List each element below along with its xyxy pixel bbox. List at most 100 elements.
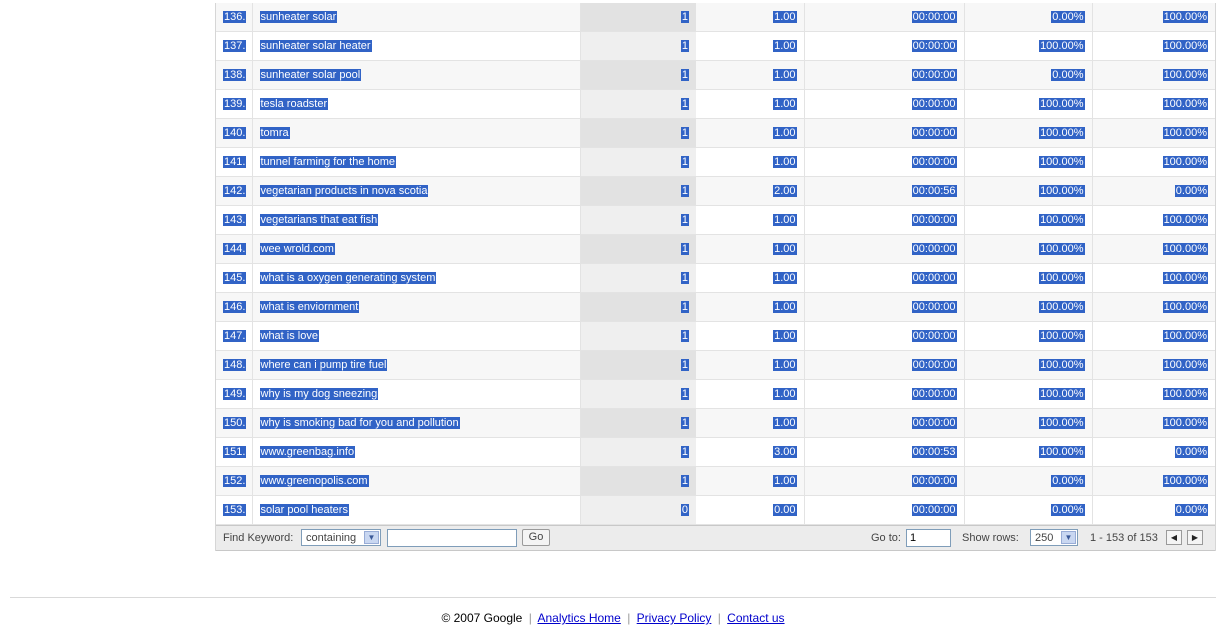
pages-per-visit-cell: 1.00	[696, 3, 805, 32]
new-visits-cell: 100.00%	[964, 176, 1093, 206]
new-visits-cell: 100.00%	[964, 89, 1093, 119]
bounce-rate-cell: 0.00%	[1092, 176, 1215, 206]
keyword-link[interactable]: wee wrold.com	[259, 243, 335, 255]
keyword-link[interactable]: sunheater solar pool	[259, 69, 362, 81]
new-visits-value: 100.00%	[1039, 417, 1085, 429]
bounce-rate-cell: 0.00%	[1092, 437, 1215, 467]
visits-cell: 1	[580, 89, 696, 119]
avg-time-on-site-cell: 00:00:00	[804, 234, 965, 264]
bounce-rate-cell: 100.00%	[1092, 89, 1215, 119]
keyword-link[interactable]: tunnel farming for the home	[259, 156, 397, 168]
row-number-value: 140.	[223, 127, 247, 139]
keyword-link[interactable]: what is enviornment	[259, 301, 360, 313]
visits-cell: 1	[580, 234, 696, 264]
row-number-value: 145.	[223, 272, 247, 284]
new-visits-value: 100.00%	[1039, 272, 1085, 284]
keyword-cell: tesla roadster	[252, 89, 581, 119]
keyword-link[interactable]: why is smoking bad for you and pollution	[259, 417, 460, 429]
row-number-cell: 142.	[216, 176, 253, 206]
analytics-home-link[interactable]: Analytics Home	[537, 611, 620, 625]
row-number-cell: 145.	[216, 263, 253, 293]
pages-per-visit-value: 1.00	[773, 417, 797, 429]
keyword-link[interactable]: sunheater solar	[259, 11, 338, 23]
bounce-rate-cell: 100.00%	[1092, 205, 1215, 235]
keyword-cell: sunheater solar heater	[252, 31, 581, 61]
new-visits-value: 0.00%	[1051, 69, 1085, 81]
pages-per-visit-cell: 0.00	[696, 495, 805, 525]
match-type-value: containing	[306, 532, 357, 544]
row-number-value: 149.	[223, 388, 247, 400]
keyword-report-table: 136. sunheater solar 1 1.00 00:00:00 0.00% 100…	[215, 3, 1216, 551]
new-visits-cell: 100.00%	[964, 379, 1093, 409]
row-number-cell: 140.	[216, 118, 253, 148]
chevron-down-icon[interactable]: ▼	[364, 531, 379, 544]
contact-us-link[interactable]: Contact us	[727, 611, 784, 625]
avg-time-on-site-cell: 00:00:00	[804, 3, 965, 32]
pages-per-visit-cell: 1.00	[696, 379, 805, 409]
visits-cell: 1	[580, 466, 696, 496]
row-number-cell: 152.	[216, 466, 253, 496]
bounce-rate-value: 100.00%	[1162, 417, 1208, 429]
chevron-down-icon[interactable]: ▼	[1061, 531, 1076, 544]
avg-time-on-site-cell: 00:00:00	[804, 89, 965, 119]
visits-value: 1	[680, 127, 689, 139]
avg-time-on-site-cell: 00:00:00	[804, 321, 965, 351]
row-number-cell: 144.	[216, 234, 253, 264]
go-filter-button[interactable]: Go	[522, 529, 550, 546]
visits-value: 1	[680, 98, 689, 110]
row-number-cell: 136.	[216, 3, 253, 32]
keyword-cell: vegetarian products in nova scotia	[252, 176, 581, 206]
pages-per-visit-cell: 1.00	[696, 350, 805, 380]
match-type-select[interactable]: containing ▼	[301, 529, 381, 546]
keyword-filter-input[interactable]	[387, 529, 517, 547]
visits-value: 1	[680, 214, 689, 226]
pages-per-visit-value: 1.00	[773, 40, 797, 52]
avg-time-on-site-cell: 00:00:00	[804, 205, 965, 235]
visits-value: 1	[680, 40, 689, 52]
keyword-link[interactable]: where can i pump tire fuel	[259, 359, 388, 371]
keyword-link[interactable]: why is my dog sneezing	[259, 388, 379, 400]
footer-separator: |	[528, 611, 532, 625]
keyword-link[interactable]: vegetarian products in nova scotia	[259, 185, 429, 197]
pages-per-visit-value: 1.00	[773, 11, 797, 23]
keyword-link[interactable]: solar pool heaters	[259, 504, 349, 516]
avg-time-on-site-value: 00:00:00	[911, 214, 957, 226]
privacy-policy-link[interactable]: Privacy Policy	[637, 611, 712, 625]
keyword-link[interactable]: www.greenopolis.com	[259, 475, 369, 487]
pages-per-visit-value: 1.00	[773, 475, 797, 487]
visits-value: 1	[680, 272, 689, 284]
new-visits-cell: 100.00%	[964, 118, 1093, 148]
bounce-rate-cell: 100.00%	[1092, 31, 1215, 61]
new-visits-cell: 0.00%	[964, 495, 1093, 525]
bounce-rate-cell: 100.00%	[1092, 234, 1215, 264]
avg-time-on-site-cell: 00:00:00	[804, 379, 965, 409]
bounce-rate-value: 100.00%	[1162, 475, 1208, 487]
pages-per-visit-cell: 1.00	[696, 234, 805, 264]
show-rows-select[interactable]: 250 ▼	[1030, 529, 1078, 546]
keyword-link[interactable]: www.greenbag.info	[259, 446, 356, 458]
keyword-data-table: 136. sunheater solar 1 1.00 00:00:00 0.00% 100…	[216, 3, 1215, 525]
row-number-value: 137.	[223, 40, 247, 52]
pages-per-visit-value: 1.00	[773, 330, 797, 342]
previous-page-button[interactable]: ◀	[1166, 530, 1182, 545]
keyword-link[interactable]: sunheater solar heater	[259, 40, 372, 52]
visits-value: 1	[680, 185, 689, 197]
keyword-link[interactable]: what is love	[259, 330, 319, 342]
visits-cell: 1	[580, 31, 696, 61]
keyword-link[interactable]: tomra	[259, 127, 290, 139]
next-page-button[interactable]: ▶	[1187, 530, 1203, 545]
keyword-cell: sunheater solar	[252, 3, 581, 32]
avg-time-on-site-value: 00:00:00	[911, 359, 957, 371]
bounce-rate-cell: 100.00%	[1092, 147, 1215, 177]
visits-value: 0	[680, 504, 689, 516]
keyword-link[interactable]: what is a oxygen generating system	[259, 272, 437, 284]
avg-time-on-site-value: 00:00:00	[911, 11, 957, 23]
goto-page-input[interactable]	[906, 529, 951, 547]
keyword-link[interactable]: tesla roadster	[259, 98, 329, 110]
new-visits-value: 100.00%	[1039, 359, 1085, 371]
keyword-link[interactable]: vegetarians that eat fish	[259, 214, 379, 226]
new-visits-value: 100.00%	[1039, 40, 1085, 52]
pages-per-visit-cell: 1.00	[696, 466, 805, 496]
row-number-value: 138.	[223, 69, 247, 81]
copyright-text: © 2007 Google	[441, 611, 523, 625]
